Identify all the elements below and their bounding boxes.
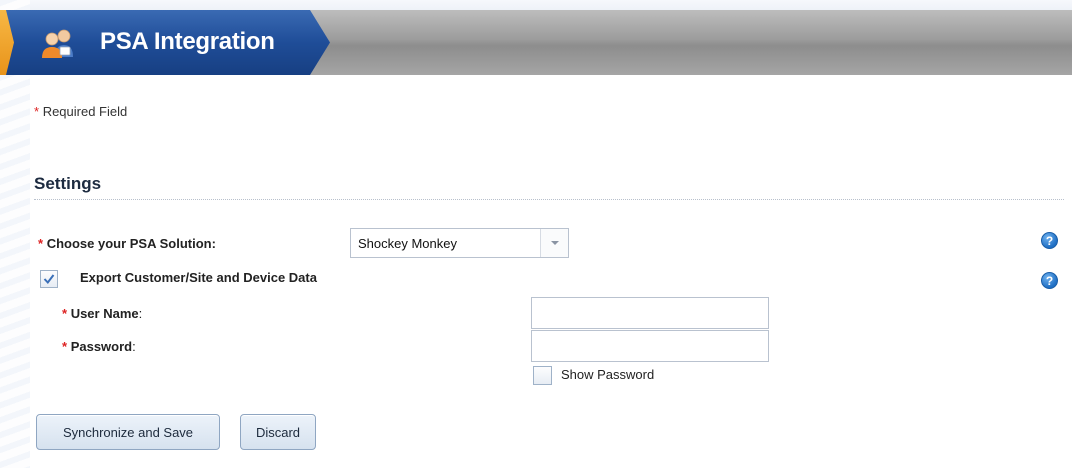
psa-solution-selected-value: Shockey Monkey [358,236,457,251]
required-field-note: * Required Field [34,104,127,119]
export-data-label: Export Customer/Site and Device Data [80,270,317,285]
export-data-checkbox[interactable] [40,270,58,288]
export-data-help-icon[interactable]: ? [1041,272,1058,289]
page-header: PSA Integration [0,10,1072,75]
psa-solution-help-icon[interactable]: ? [1041,232,1058,249]
psa-solution-label-text: Choose your PSA Solution: [46,236,216,251]
username-input[interactable] [531,297,769,329]
checkmark-icon [43,274,55,285]
required-star: * [62,339,68,354]
password-input[interactable] [531,330,769,362]
chevron-down-icon[interactable] [540,229,568,257]
required-star: * [38,236,44,251]
required-star: * [34,104,40,119]
top-decor-strip [0,0,1072,10]
username-label: * User Name: [62,306,142,321]
synchronize-and-save-button[interactable]: Synchronize and Save [36,414,220,450]
psa-solution-select[interactable]: Shockey Monkey [350,228,569,258]
username-label-text: User Name [70,306,139,321]
password-label-text: Password [70,339,133,354]
discard-button[interactable]: Discard [240,414,316,450]
psa-solution-label: * Choose your PSA Solution: [38,236,216,251]
username-label-colon: : [138,306,143,321]
password-label-colon: : [132,339,136,354]
page-title: PSA Integration [100,28,275,55]
required-star: * [62,306,68,321]
show-password-label: Show Password [561,367,655,382]
required-field-text: Required Field [42,104,128,119]
users-group-icon [40,27,76,59]
settings-heading: Settings [34,174,102,193]
settings-divider [34,199,1064,200]
show-password-checkbox[interactable] [533,366,552,385]
password-label: * Password: [62,339,136,354]
